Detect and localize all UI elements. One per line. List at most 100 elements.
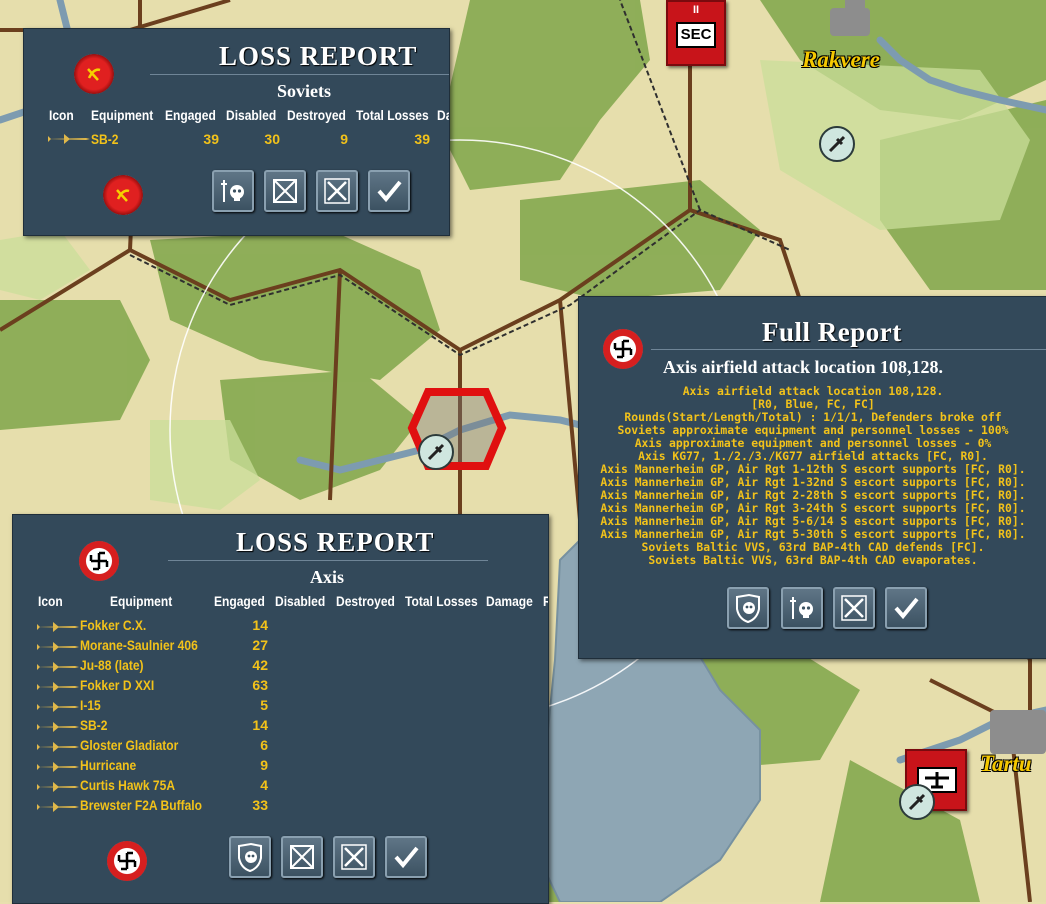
ok-button[interactable]: [368, 170, 410, 212]
sword-skull-icon: [221, 180, 244, 202]
shield-skull-button[interactable]: [727, 587, 769, 629]
plane-icon: [37, 722, 79, 732]
panel-title: Full Report: [762, 317, 902, 347]
engaged-value: 33: [252, 797, 268, 813]
col-header-engaged: Engaged: [214, 593, 265, 609]
table-row[interactable]: Fokker D XXI 63: [13, 677, 548, 697]
plane-icon: [37, 622, 79, 632]
disabled-value: 30: [264, 131, 280, 147]
cross-swords-icon: [324, 178, 350, 204]
col-header-disabled: Disabled: [275, 593, 326, 609]
plane-icon: [37, 642, 79, 652]
plane-icon: [37, 662, 79, 672]
cross-swords-icon: [341, 844, 367, 870]
report-line: Soviets Baltic VVS, 63rd BAP-4th CAD eva…: [648, 553, 978, 567]
city-tartu-graphic: [990, 710, 1046, 754]
col-header-destroyed: Destroyed: [287, 107, 346, 123]
soviet-emblem: [74, 54, 114, 94]
city-label-tartu: Tartu: [980, 751, 1032, 776]
table-row[interactable]: Gloster Gladiator 6: [13, 737, 548, 757]
cross-swords-button[interactable]: [833, 587, 875, 629]
check-icon: [894, 597, 919, 620]
plane-icon: [37, 682, 79, 692]
engaged-value: 6: [260, 737, 268, 753]
crossed-out-button[interactable]: [264, 170, 306, 212]
ok-button[interactable]: [885, 587, 927, 629]
sword-skull-button[interactable]: [212, 170, 254, 212]
equipment-name: Morane-Saulnier 406: [80, 637, 198, 653]
col-header-damage: Damage: [486, 593, 533, 609]
plane-icon: [37, 742, 79, 752]
equipment-name: Curtis Hawk 75A: [80, 777, 176, 793]
unit-type-box: SEC: [676, 22, 716, 48]
table-row[interactable]: Fokker C.X. 14: [13, 617, 548, 637]
table-row[interactable]: Morane-Saulnier 406 27: [13, 637, 548, 657]
axis-loss-report-panel: LOSS REPORT Axis Icon Equipment Engaged …: [12, 514, 549, 904]
equipment-name: Ju-88 (late): [80, 657, 144, 673]
plane-icon: [37, 762, 79, 772]
equipment-name: Brewster F2A Buffalo: [80, 797, 202, 813]
airbase-icon[interactable]: [819, 126, 855, 162]
soviet-loss-report-panel: LOSS REPORT Soviets Icon Equipment Engag…: [23, 28, 450, 236]
airbase-icon[interactable]: [899, 784, 935, 820]
table-row[interactable]: Brewster F2A Buffalo 33: [13, 797, 548, 817]
ok-button[interactable]: [385, 836, 427, 878]
col-header-disabled: Disabled: [226, 107, 277, 123]
table-row[interactable]: I-15 5: [13, 697, 548, 717]
col-header-icon: Icon: [38, 593, 63, 609]
col-header-total-losses: Total Losses: [356, 107, 429, 123]
col-header-equipment: Equipment: [91, 107, 154, 123]
side-name: Soviets: [277, 81, 331, 101]
equipment-name: SB-2: [80, 717, 108, 733]
destroyed-value: 9: [340, 131, 348, 147]
check-icon: [377, 180, 402, 203]
equipment-name: SB-2: [91, 131, 119, 147]
col-header-truncated: R: [543, 593, 548, 609]
panel-title: LOSS REPORT: [236, 527, 435, 557]
table-row[interactable]: Ju-88 (late) 42: [13, 657, 548, 677]
engaged-value: 4: [260, 777, 268, 793]
unit-pips: II: [692, 4, 700, 16]
plane-icon: [48, 134, 90, 144]
engaged-value: 9: [260, 757, 268, 773]
sec-unit-counter[interactable]: II SEC: [666, 0, 726, 66]
side-name: Axis: [310, 567, 345, 587]
shield-skull-icon: [238, 842, 262, 873]
col-header-damage-truncated: Da: [437, 107, 449, 123]
title-divider: [168, 560, 488, 561]
table-row[interactable]: SB-2 14: [13, 717, 548, 737]
cross-swords-icon: [841, 595, 867, 621]
engaged-value: 42: [252, 657, 268, 673]
total-losses-value: 39: [414, 131, 430, 147]
report-subtitle: Axis airfield attack location 108,128.: [663, 357, 943, 377]
plane-icon: [37, 782, 79, 792]
title-divider: [150, 74, 449, 75]
city-label-rakvere: Rakvere: [802, 47, 880, 72]
panel-title: LOSS REPORT: [219, 41, 418, 71]
sword-skull-button[interactable]: [781, 587, 823, 629]
airbase-icon[interactable]: [418, 434, 454, 470]
col-header-engaged: Engaged: [165, 107, 216, 123]
cross-swords-button[interactable]: [316, 170, 358, 212]
engaged-value: 39: [203, 131, 219, 147]
engaged-value: 14: [252, 617, 268, 633]
cross-swords-button[interactable]: [333, 836, 375, 878]
soviet-emblem: [103, 175, 143, 215]
plane-icon: [37, 802, 79, 812]
table-row[interactable]: Hurricane 9: [13, 757, 548, 777]
equipment-name: Hurricane: [80, 757, 137, 773]
axis-emblem: [603, 329, 643, 369]
equipment-name: Gloster Gladiator: [80, 737, 179, 753]
crossed-out-icon: [273, 179, 297, 203]
plane-icon: [37, 702, 79, 712]
sword-skull-icon: [790, 597, 813, 619]
col-header-destroyed: Destroyed: [336, 593, 395, 609]
crossed-out-button[interactable]: [281, 836, 323, 878]
shield-skull-icon: [736, 593, 760, 624]
table-row[interactable]: Curtis Hawk 75A 4: [13, 777, 548, 797]
engaged-value: 5: [260, 697, 268, 713]
col-header-equipment: Equipment: [110, 593, 173, 609]
crossed-out-icon: [290, 845, 314, 869]
shield-skull-button[interactable]: [229, 836, 271, 878]
engaged-value: 63: [252, 677, 268, 693]
